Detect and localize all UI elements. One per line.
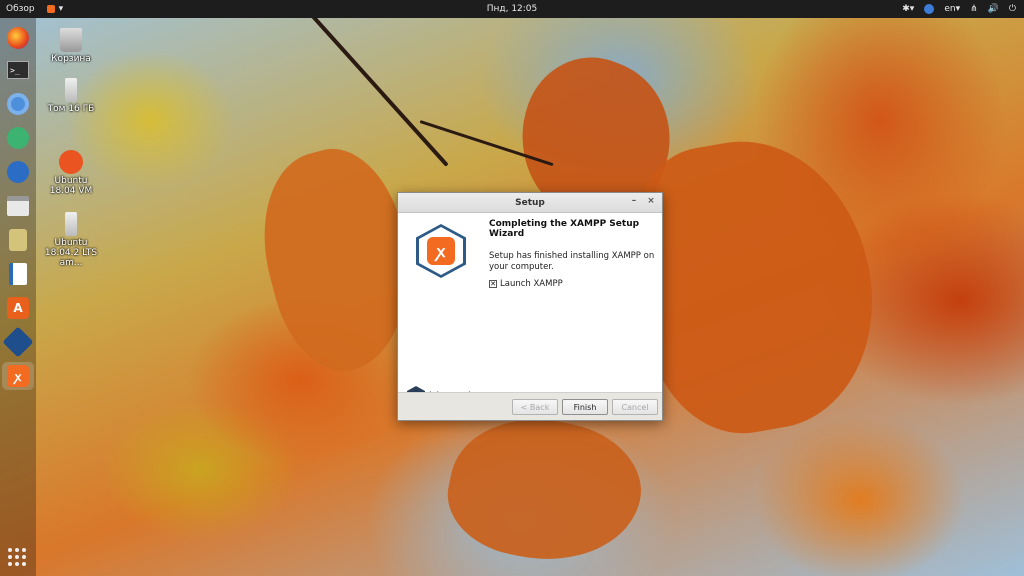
dock-software[interactable]: A: [4, 294, 32, 322]
ubuntu-icon: [59, 150, 83, 174]
launch-xampp-checkbox[interactable]: ✕: [489, 280, 497, 288]
close-button[interactable]: ×: [645, 196, 657, 206]
desktop-icon-label: Ubuntu 18.04 VM: [49, 176, 93, 196]
language-label: en: [944, 4, 956, 14]
launch-xampp-option[interactable]: ✕ Launch XAMPP: [489, 279, 659, 289]
show-applications-button[interactable]: [8, 548, 26, 566]
wizard-message: Setup has finished installing XAMPP on y…: [489, 251, 655, 272]
wizard-heading: Completing the XAMPP Setup Wizard: [489, 219, 640, 239]
power-icon[interactable]: ⏻: [1009, 4, 1016, 14]
dock-terminal[interactable]: >_: [4, 56, 32, 84]
desktop-icon-ubuntu-iso[interactable]: Ubuntu 18.04.2 LTS am...: [41, 212, 101, 268]
document-icon: [9, 263, 27, 285]
dialog-content: Completing the XAMPP Setup Wizard Setup …: [489, 219, 659, 289]
trash-icon: [60, 28, 82, 52]
network-globe-icon[interactable]: [924, 4, 935, 14]
top-bar: Обзор ▾ Пнд, 12:05 ✱▾ en▾ ⋔ 🔊 ⏻: [0, 0, 1024, 18]
dock-xampp[interactable]: ꭗ: [2, 362, 34, 390]
app-menu[interactable]: ▾: [46, 4, 64, 14]
virtualbox-icon: [2, 326, 34, 358]
desktop-icon-label: Том 16 ГБ: [47, 104, 95, 114]
mail-icon: [7, 161, 29, 183]
finish-button[interactable]: Finish: [562, 399, 608, 415]
chevron-down-icon: ▾: [58, 4, 64, 14]
desktop-icon-trash[interactable]: Корзина: [41, 28, 101, 64]
wallpaper-leaf: [437, 401, 653, 576]
firefox-icon: [7, 27, 29, 49]
dock-mail[interactable]: [4, 158, 32, 186]
desktop-icon-volume[interactable]: Том 16 ГБ: [41, 78, 101, 114]
xampp-icon: ꭗ: [7, 365, 29, 387]
usb-drive-icon: [65, 78, 77, 102]
dock-writer[interactable]: [4, 260, 32, 288]
terminal-icon: >_: [7, 61, 29, 79]
back-button[interactable]: < Back: [512, 399, 558, 415]
accessibility-icon[interactable]: ✱▾: [902, 4, 914, 14]
desktop-icon-label: Корзина: [51, 54, 91, 64]
desktop-icon-label: Ubuntu 18.04.2 LTS am...: [44, 238, 98, 268]
dock-atom[interactable]: [4, 124, 32, 152]
chromium-icon: [7, 93, 29, 115]
xampp-logo-icon: ꭗ: [416, 224, 466, 278]
dock-chromium[interactable]: [4, 90, 32, 118]
dialog-button-bar: < Back Finish Cancel: [398, 392, 662, 420]
clock[interactable]: Пнд, 12:05: [0, 4, 1024, 14]
speaker-icon: [9, 229, 27, 251]
dialog-title: Setup: [515, 197, 545, 208]
volume-icon[interactable]: 🔊: [988, 4, 999, 14]
setup-dialog: Setup – × ꭗ bitnami Completing the XAMPP…: [397, 192, 663, 421]
system-tray: ✱▾ en▾ ⋔ 🔊 ⏻: [902, 4, 1016, 14]
dock-files[interactable]: [4, 192, 32, 220]
activities-button[interactable]: Обзор: [6, 4, 35, 14]
cancel-button[interactable]: Cancel: [612, 399, 658, 415]
language-indicator[interactable]: en▾: [944, 4, 960, 14]
launch-xampp-label[interactable]: Launch XAMPP: [500, 279, 563, 289]
dialog-titlebar[interactable]: Setup – ×: [398, 193, 662, 213]
dialog-side-panel: ꭗ bitnami: [398, 214, 484, 406]
software-store-icon: A: [7, 297, 29, 319]
dock-virtualbox[interactable]: [2, 326, 34, 358]
atom-icon: [7, 127, 29, 149]
usb-drive-icon: [65, 212, 77, 236]
dock-firefox[interactable]: [4, 24, 32, 52]
files-icon: [7, 196, 29, 216]
dock: >_ A ꭗ: [0, 18, 36, 576]
dock-rhythmbox[interactable]: [4, 226, 32, 254]
minimize-button[interactable]: –: [628, 196, 640, 206]
network-icon[interactable]: ⋔: [970, 4, 978, 14]
desktop-icon-ubuntu-vm[interactable]: Ubuntu 18.04 VM: [41, 150, 101, 196]
wallpaper-branch: [298, 0, 449, 167]
xampp-app-icon: [46, 5, 55, 13]
